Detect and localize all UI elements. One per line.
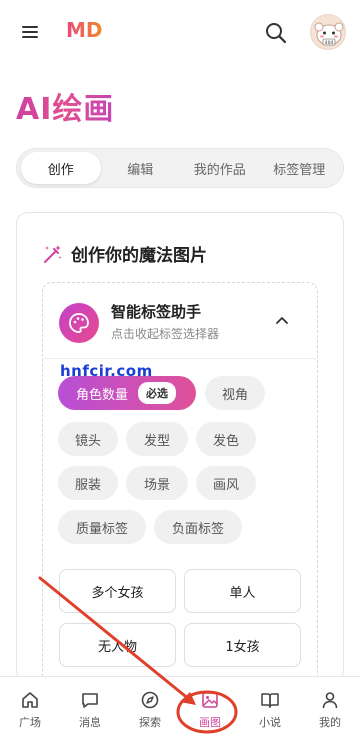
- page-title: AI绘画: [16, 84, 114, 128]
- magic-wand-icon: [44, 244, 62, 263]
- avatar[interactable]: 404: [310, 14, 346, 50]
- nav-item-plaza[interactable]: 广场: [0, 677, 60, 740]
- nav-item-draw[interactable]: 画图: [180, 677, 240, 740]
- app-header: MD 404: [0, 0, 360, 64]
- nav-label: 小说: [259, 716, 281, 729]
- chip-lens[interactable]: 镜头: [58, 422, 118, 456]
- chevron-up-icon[interactable]: [275, 315, 289, 325]
- assistant-title: 智能标签助手: [111, 303, 202, 321]
- search-icon[interactable]: [264, 21, 288, 45]
- chip-quality-tags[interactable]: 质量标签: [58, 510, 146, 544]
- required-badge: 必选: [138, 382, 177, 404]
- nav-label: 画图: [199, 716, 221, 729]
- tag-assistant-header[interactable]: 智能标签助手 点击收起标签选择器: [43, 283, 316, 359]
- compass-icon: [141, 691, 159, 709]
- card-title: 创作你的魔法图片: [71, 246, 207, 266]
- nav-item-explore[interactable]: 探索: [120, 677, 180, 740]
- svg-text:404: 404: [325, 40, 334, 46]
- home-icon: [22, 692, 38, 708]
- bottom-nav: 广场 消息 探索 画图 小说 我的: [0, 676, 360, 740]
- chip-hair-color[interactable]: 发色: [196, 422, 256, 456]
- chip-outfit[interactable]: 服装: [58, 466, 118, 500]
- chip-label: 角色数量: [76, 387, 129, 403]
- tab-my-works[interactable]: 我的作品: [180, 152, 260, 184]
- chip-art-style[interactable]: 画风: [196, 466, 256, 500]
- palette-icon: [59, 303, 99, 343]
- chip-view-angle[interactable]: 视角: [205, 376, 265, 410]
- user-icon: [322, 692, 338, 709]
- nav-label: 消息: [79, 716, 101, 729]
- app-logo[interactable]: MD: [66, 18, 103, 42]
- chip-negative-tags[interactable]: 负面标签: [154, 510, 242, 544]
- chip-character-count[interactable]: 角色数量 必选: [58, 376, 196, 410]
- message-icon: [82, 693, 98, 708]
- card-title-row: 创作你的魔法图片: [41, 241, 207, 266]
- chip-hairstyle[interactable]: 发型: [126, 422, 188, 456]
- chip-scene[interactable]: 场景: [126, 466, 188, 500]
- mode-tabs: 创作 编辑 我的作品 标签管理: [16, 148, 344, 188]
- hamburger-menu-icon[interactable]: [22, 26, 38, 38]
- image-icon: [202, 692, 218, 708]
- option-no-person[interactable]: 无人物: [59, 623, 176, 667]
- assistant-subtitle: 点击收起标签选择器: [111, 327, 220, 341]
- option-1-girl[interactable]: 1女孩: [184, 623, 301, 667]
- nav-item-novel[interactable]: 小说: [240, 677, 300, 740]
- nav-item-mine[interactable]: 我的: [300, 677, 360, 740]
- book-icon: [261, 693, 279, 708]
- option-multiple-girls[interactable]: 多个女孩: [59, 569, 176, 613]
- tab-create[interactable]: 创作: [21, 152, 101, 184]
- nav-item-messages[interactable]: 消息: [60, 677, 120, 740]
- tab-edit[interactable]: 编辑: [101, 152, 181, 184]
- nav-label: 探索: [139, 716, 161, 729]
- nav-label: 我的: [319, 716, 341, 729]
- option-single-person[interactable]: 单人: [184, 569, 301, 613]
- nav-label: 广场: [19, 716, 41, 729]
- tab-tag-management[interactable]: 标签管理: [260, 152, 340, 184]
- avatar-mascot-icon: 404: [314, 22, 344, 46]
